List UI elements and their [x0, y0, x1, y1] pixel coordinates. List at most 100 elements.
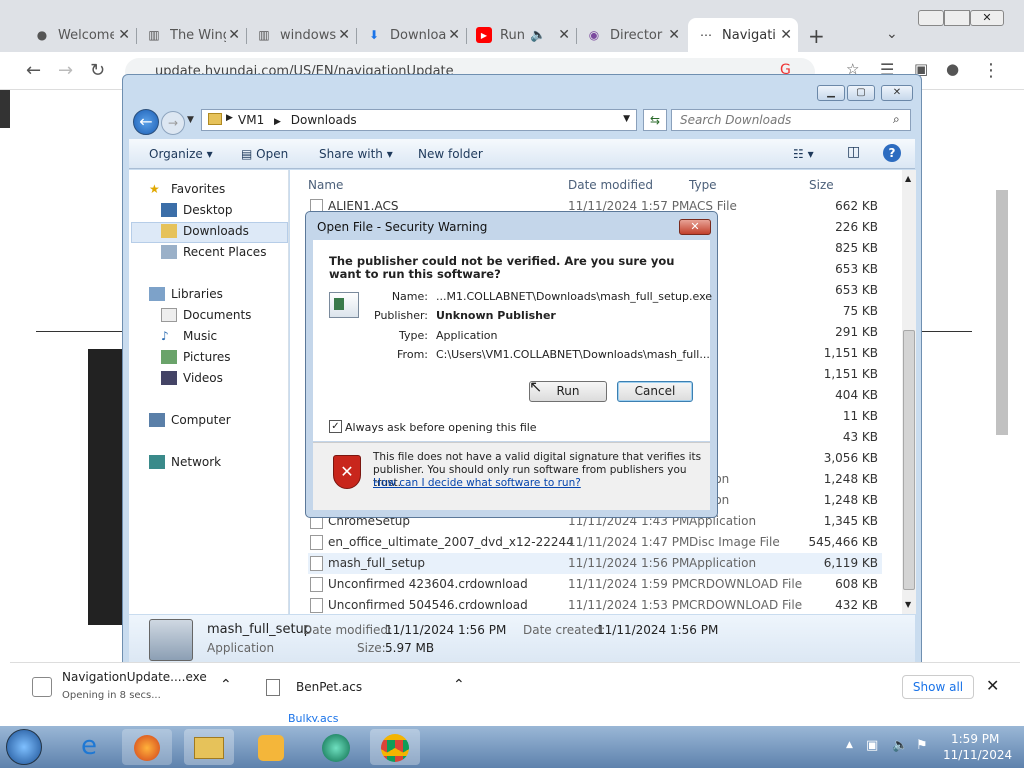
clock-time[interactable]: 1:59 PM	[951, 732, 999, 746]
new-tab-button[interactable]: +	[808, 24, 825, 48]
download-item-name[interactable]: Bulky.acs	[288, 712, 339, 722]
nav-favorites[interactable]: ★ Favorites	[149, 182, 225, 196]
minimize-button[interactable]	[918, 10, 944, 26]
new-folder-button[interactable]: New folder	[418, 147, 483, 161]
explorer-minimize-button[interactable]: ▁	[817, 85, 845, 101]
details-created-label: Date created:	[523, 623, 606, 637]
close-icon[interactable]: ✕	[338, 27, 350, 43]
clock-date[interactable]: 11/11/2024	[943, 748, 1012, 762]
scroll-down-icon[interactable]: ▼	[905, 600, 911, 609]
column-type[interactable]: Type	[689, 178, 717, 192]
breadcrumb-vm1[interactable]: VM1	[238, 113, 264, 127]
recent-pages-dropdown[interactable]: ▼	[187, 115, 194, 125]
help-link[interactable]: How can I decide what software to run?	[373, 477, 581, 489]
back-button[interactable]: ←	[133, 109, 159, 135]
profile-icon[interactable]: ●	[946, 60, 959, 78]
nav-downloads[interactable]: Downloads	[161, 224, 249, 238]
open-button[interactable]: ▤ Open	[241, 147, 288, 161]
app-globe-icon[interactable]	[310, 729, 360, 765]
type-label: Type:	[399, 329, 428, 342]
nav-videos[interactable]: Videos	[161, 371, 223, 385]
close-icon[interactable]: ✕	[228, 27, 240, 43]
tab-windows[interactable]: ▥ windows ✕	[246, 18, 356, 52]
file-row[interactable]: Unconfirmed 423604.crdownload 11/11/2024 …	[308, 574, 882, 595]
explorer-maximize-button[interactable]: ▢	[847, 85, 875, 101]
application-icon	[329, 292, 359, 318]
internet-explorer-icon[interactable]: e	[64, 729, 114, 765]
address-dropdown-icon[interactable]: ▼	[623, 114, 630, 124]
breadcrumb-downloads[interactable]: Downloads	[291, 113, 357, 127]
show-all-button[interactable]: Show all	[902, 675, 974, 699]
nav-libraries[interactable]: Libraries	[149, 287, 223, 301]
nav-computer[interactable]: Computer	[149, 413, 231, 427]
explorer-close-button[interactable]: ✕	[881, 85, 913, 101]
details-created: 11/11/2024 1:56 PM	[597, 623, 719, 637]
file-row[interactable]: Unconfirmed 504546.crdownload 11/11/2024 …	[308, 595, 882, 616]
details-pane: mash_full_setup Application Date modifie…	[129, 615, 915, 667]
column-size[interactable]: Size	[809, 178, 834, 192]
file-explorer-icon[interactable]	[184, 729, 234, 765]
column-date[interactable]: Date modified	[568, 178, 653, 192]
nav-documents[interactable]: Documents	[161, 308, 251, 322]
tray-expand-icon[interactable]: ▲	[846, 740, 853, 750]
close-icon[interactable]: ✕	[986, 676, 999, 695]
volume-tray-icon[interactable]: 🔈	[892, 738, 908, 753]
file-row[interactable]: en_office_ultimate_2007_dvd_x12-22244 11/…	[308, 532, 882, 553]
dialog-title: Open File - Security Warning	[317, 220, 488, 234]
view-options-icon[interactable]: ☷ ▾	[793, 147, 814, 161]
chevron-up-icon[interactable]: ⌃	[220, 677, 232, 693]
preview-pane-icon[interactable]: ◫	[847, 144, 860, 160]
nav-pictures[interactable]: Pictures	[161, 350, 231, 364]
organize-button[interactable]: Organize ▾	[149, 147, 213, 161]
close-icon[interactable]: ✕	[668, 27, 680, 43]
tab-search-icon[interactable]: ⌄	[886, 26, 898, 42]
explorer-address-bar[interactable]: ▶ VM1 ▶ Downloads ▼	[201, 109, 637, 131]
tab-wing[interactable]: ▥ The Wing ✕	[136, 18, 246, 52]
tab-navigation[interactable]: ⋯ Navigati ✕	[688, 18, 798, 52]
help-icon[interactable]: ?	[883, 144, 901, 162]
cancel-button[interactable]: Cancel	[617, 381, 693, 402]
close-icon[interactable]: ✕	[448, 27, 460, 43]
close-icon[interactable]: ✕	[558, 27, 570, 43]
close-icon[interactable]: ✕	[118, 27, 130, 43]
always-ask-checkbox[interactable]: ✓	[329, 420, 342, 433]
download-item-name[interactable]: BenPet.acs	[296, 680, 362, 694]
nav-music[interactable]: ♪ Music	[161, 329, 217, 343]
download-item-name[interactable]: NavigationUpdate....exe	[62, 670, 207, 684]
tab-directory[interactable]: ◉ Director ✕	[576, 18, 686, 52]
file-row[interactable]: mash_full_setup 11/11/2024 1:56 PM Applica…	[308, 553, 882, 574]
forward-icon[interactable]: →	[58, 60, 73, 81]
tab-run[interactable]: ▶ Run 🔈 ✕	[466, 18, 576, 52]
start-button[interactable]	[6, 729, 42, 765]
nav-recent-places[interactable]: Recent Places	[161, 245, 266, 259]
nav-desktop[interactable]: Desktop	[161, 203, 233, 217]
reload-icon[interactable]: ↻	[90, 60, 105, 81]
nav-network[interactable]: Network	[149, 455, 221, 469]
scroll-up-icon[interactable]: ▲	[905, 174, 911, 183]
scrollbar-thumb[interactable]	[903, 330, 915, 590]
maximize-button[interactable]	[944, 10, 970, 26]
dialog-close-button[interactable]: ✕	[679, 219, 711, 235]
shield-warning-icon: ✕	[333, 455, 361, 489]
refresh-icon[interactable]: ⇆	[643, 109, 667, 131]
back-icon[interactable]: ←	[26, 60, 41, 81]
file-list-scrollbar[interactable]: ▲ ▼	[902, 170, 916, 614]
share-with-button[interactable]: Share with ▾	[319, 147, 393, 161]
page-scrollbar[interactable]	[996, 190, 1008, 435]
file-size: 75 KB	[842, 304, 878, 318]
tab-downloads[interactable]: ⬇ Downloa ✕	[356, 18, 466, 52]
chrome-icon[interactable]	[370, 729, 420, 765]
column-name[interactable]: Name	[308, 178, 343, 192]
media-player-icon[interactable]	[246, 729, 296, 765]
menu-icon[interactable]: ⋮	[982, 60, 1000, 81]
window-close-button[interactable]: ✕	[970, 10, 1004, 26]
close-icon[interactable]: ✕	[780, 27, 792, 43]
firefox-icon[interactable]	[122, 729, 172, 765]
network-tray-icon[interactable]: ▣	[866, 738, 878, 753]
tab-welcome[interactable]: ● Welcome ✕	[24, 18, 136, 52]
forward-button[interactable]: →	[161, 111, 185, 135]
details-modified-label: Date modified:	[303, 623, 393, 637]
flag-tray-icon[interactable]: ⚑	[916, 738, 928, 753]
chevron-up-icon[interactable]: ⌃	[453, 677, 465, 693]
search-input[interactable]: Search Downloads	[671, 109, 911, 131]
